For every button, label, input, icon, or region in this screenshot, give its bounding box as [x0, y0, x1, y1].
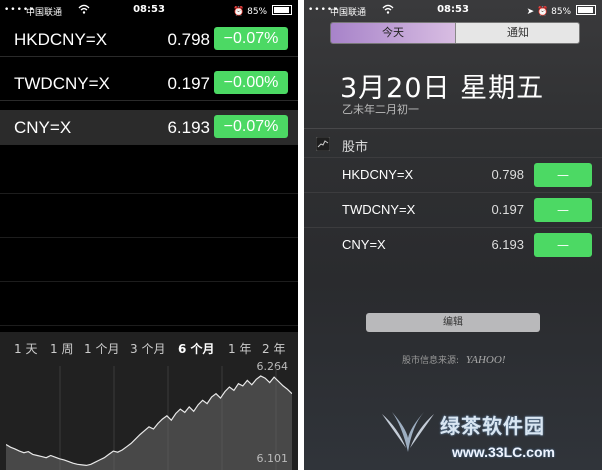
stock-change-button[interactable]: −0.07%: [214, 115, 288, 138]
empty-row-divider: [0, 237, 298, 238]
tab-notifications[interactable]: 通知: [455, 23, 579, 43]
stock-row-hkdcny[interactable]: HKDCNY=X 0.798 −0.07%: [0, 22, 298, 57]
stock-symbol: TWDCNY=X: [342, 202, 416, 217]
stock-price: 0.798: [167, 30, 210, 49]
stock-change-button[interactable]: —: [534, 198, 592, 222]
tab-1m[interactable]: 1 个月: [84, 340, 119, 357]
tab-1y[interactable]: 1 年: [228, 340, 251, 357]
price-chart[interactable]: [6, 366, 292, 470]
source-label: 股市信息来源:: [402, 356, 460, 366]
stock-price: 6.193: [491, 237, 524, 252]
tab-6m[interactable]: 6 个月: [178, 340, 215, 357]
status-right: ➤ ⏰ 85%: [527, 5, 596, 17]
tab-1d[interactable]: 1 天: [14, 340, 37, 357]
edit-button[interactable]: 编辑: [366, 313, 540, 332]
today-notifications-segmented-control: 今天 通知: [330, 22, 580, 44]
data-source: 股市信息来源: YAHOO!: [402, 353, 506, 366]
stock-symbol: CNY=X: [14, 118, 72, 137]
stock-row-cny[interactable]: CNY=X 6.193 −0.07%: [0, 110, 298, 145]
battery-icon: [272, 5, 292, 15]
stock-price: 0.197: [491, 202, 524, 217]
stock-change-button[interactable]: —: [534, 233, 592, 257]
widget-stock-row-cny[interactable]: CNY=X 6.193 —: [304, 227, 602, 262]
stocks-widget-icon: [316, 137, 330, 151]
range-tabs: 1 天 1 周 1 个月 3 个月 6 个月 1 年 2 年: [8, 338, 292, 358]
stock-change-button[interactable]: −0.00%: [214, 71, 288, 94]
alarm-icon: ⏰: [537, 7, 549, 17]
tab-2y[interactable]: 2 年: [262, 340, 285, 357]
widget-stock-row-twdcny[interactable]: TWDCNY=X 0.197 —: [304, 192, 602, 227]
status-bar: ••••• 中国联通 08:53 ➤ ⏰ 85%: [304, 0, 602, 20]
date-heading: 3月20日 星期五: [340, 73, 545, 104]
stocks-app-screen: ••••• 中国联通 08:53 ⏰ 85% HKDCNY=X 0.798 −0…: [0, 0, 298, 470]
empty-row-divider: [0, 281, 298, 282]
stock-symbol: CNY=X: [342, 237, 386, 252]
empty-row-divider: [0, 325, 298, 326]
watermark-title: 绿茶软件园: [440, 414, 545, 438]
stock-change-button[interactable]: —: [534, 163, 592, 187]
stock-change-button[interactable]: −0.07%: [214, 27, 288, 50]
battery-percent: 85%: [247, 7, 268, 17]
status-right: ⏰ 85%: [233, 5, 292, 17]
tab-1w[interactable]: 1 周: [50, 340, 73, 357]
stock-price: 0.197: [167, 74, 210, 93]
notification-center-screen: ••••• 中国联通 08:53 ➤ ⏰ 85% 今天 通知 3月20日 星期五…: [304, 0, 602, 470]
watermark-logo-icon: [382, 412, 434, 452]
stock-symbol: TWDCNY=X: [14, 74, 110, 93]
widget-stock-row-hkdcny[interactable]: HKDCNY=X 0.798 —: [304, 157, 602, 192]
stock-symbol: HKDCNY=X: [342, 167, 414, 182]
alarm-icon: ⏰: [233, 7, 245, 17]
lunar-date: 乙未年二月初一: [342, 103, 419, 116]
empty-row-divider: [0, 193, 298, 194]
battery-icon: [576, 5, 596, 15]
chart-panel: 1 天 1 周 1 个月 3 个月 6 个月 1 年 2 年 6.264 6.1…: [0, 332, 298, 470]
location-icon: ➤: [526, 7, 535, 17]
status-bar: ••••• 中国联通 08:53 ⏰ 85%: [0, 0, 298, 20]
stocks-section-title: 股市: [342, 140, 369, 155]
tab-3m[interactable]: 3 个月: [130, 340, 165, 357]
stock-row-twdcny[interactable]: TWDCNY=X 0.197 −0.00%: [0, 66, 298, 101]
watermark-url: www.33LC.com: [452, 444, 555, 460]
stock-price: 0.798: [491, 167, 524, 182]
yahoo-logo: YAHOO!: [465, 354, 506, 366]
watermark: 绿茶软件园 www.33LC.com: [378, 408, 602, 470]
section-divider: [304, 128, 602, 129]
stock-price: 6.193: [167, 118, 210, 137]
stock-symbol: HKDCNY=X: [14, 30, 108, 49]
battery-percent: 85%: [551, 7, 572, 17]
tab-today[interactable]: 今天: [331, 23, 455, 43]
chart-min-label: 6.101: [256, 452, 289, 465]
